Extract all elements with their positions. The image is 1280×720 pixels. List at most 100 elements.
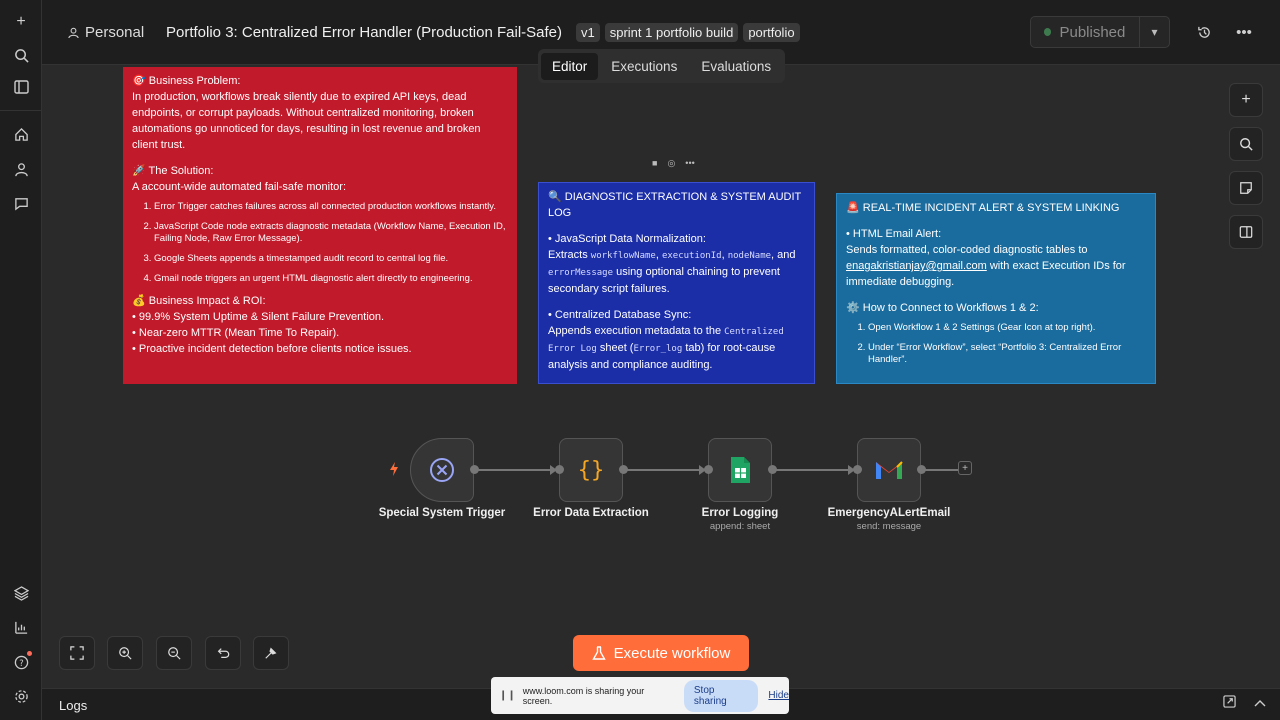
text: sheet ( — [599, 342, 634, 354]
list-item: Google Sheets appends a timestamped audi… — [154, 253, 508, 265]
connection-line — [478, 469, 552, 471]
list-item: • 99.9% System Uptime & Silent Failure P… — [132, 311, 385, 323]
screen-share-banner: ❙❙ www.loom.com is sharing your screen. … — [491, 677, 789, 714]
tab-evaluations[interactable]: Evaluations — [690, 53, 782, 80]
breadcrumb-personal[interactable]: Personal — [68, 24, 144, 41]
hide-link[interactable]: Hide — [768, 690, 789, 701]
chevron-up-icon[interactable] — [1254, 695, 1266, 710]
input-handle[interactable] — [704, 465, 713, 474]
sticky-note-icon[interactable] — [1229, 171, 1263, 205]
node-error-logging[interactable] — [708, 438, 772, 502]
connection-line — [627, 469, 701, 471]
help-icon[interactable]: ? — [6, 647, 36, 677]
publish-status-button[interactable]: Published ▾ — [1030, 16, 1170, 48]
solution-body: A account-wide automated fail-safe monit… — [132, 181, 347, 193]
tag-portfolio[interactable]: portfolio — [743, 23, 800, 42]
lightning-icon — [390, 462, 398, 476]
list-item: • Proactive incident detection before cl… — [132, 343, 412, 355]
node-subtitle: append: sheet — [709, 521, 771, 532]
node-label: EmergencyALertEmail — [827, 507, 951, 519]
connect-steps: Open Workflow 1 & 2 Settings (Gear Icon … — [868, 322, 1146, 366]
execute-workflow-button[interactable]: Execute workflow — [573, 635, 749, 671]
tag-sprint[interactable]: sprint 1 portfolio build — [604, 23, 739, 42]
chat-icon[interactable] — [6, 188, 36, 218]
color-icon[interactable]: ◎ — [667, 158, 675, 169]
list-item: Under “Error Workflow”, select “Portfoli… — [868, 342, 1146, 366]
email-link[interactable]: enagakristianjay@gmail.com — [846, 260, 987, 272]
home-icon[interactable] — [6, 119, 36, 149]
pause-icon[interactable]: ❙❙ — [499, 690, 516, 701]
panel-toggle-icon[interactable] — [6, 72, 36, 102]
node-special-system-trigger[interactable] — [410, 438, 474, 502]
sticky-note-alert[interactable]: 🚨 REAL-TIME INCIDENT ALERT & SYSTEM LINK… — [836, 193, 1156, 384]
sync-heading: • Centralized Database Sync: — [548, 309, 692, 321]
search-icon[interactable] — [6, 40, 36, 70]
alert-heading: 🚨 REAL-TIME INCIDENT ALERT & SYSTEM LINK… — [846, 202, 1120, 214]
error-trigger-icon — [430, 458, 454, 482]
tag-version[interactable]: v1 — [576, 23, 600, 42]
input-handle[interactable] — [555, 465, 564, 474]
normalization-body: Extracts workflowName, executionId, node… — [548, 249, 796, 295]
problem-heading: 🎯 Business Problem: — [132, 75, 241, 87]
search-icon[interactable] — [1229, 127, 1263, 161]
node-emergency-alert-email[interactable] — [857, 438, 921, 502]
tidy-up-icon[interactable] — [253, 636, 289, 670]
flask-icon — [591, 645, 606, 660]
trash-icon[interactable]: ■ — [652, 158, 657, 169]
chevron-down-icon[interactable]: ▾ — [1139, 17, 1169, 47]
share-message: www.loom.com is sharing your screen. — [522, 685, 645, 706]
sticky-note-business[interactable]: 🎯 Business Problem: In production, workf… — [123, 67, 517, 384]
fit-view-icon[interactable] — [59, 636, 95, 670]
node-label: Special System Trigger — [378, 507, 506, 519]
popout-icon[interactable] — [1223, 695, 1236, 711]
left-sidebar: + ? — [0, 0, 42, 720]
stop-sharing-button[interactable]: Stop sharing — [683, 679, 759, 712]
zoom-out-icon[interactable] — [156, 636, 192, 670]
add-node-button[interactable]: + — [958, 461, 972, 475]
problem-body: In production, workflows break silently … — [132, 91, 481, 151]
input-handle[interactable] — [853, 465, 862, 474]
text: Extracts — [548, 249, 588, 261]
view-tabs: Editor Executions Evaluations — [538, 49, 786, 83]
add-node-icon[interactable]: + — [1229, 83, 1263, 117]
sync-body: Appends execution metadata to the Centra… — [548, 323, 805, 373]
node-subtitle: send: message — [856, 521, 922, 532]
solution-steps: Error Trigger catches failures across al… — [154, 201, 508, 285]
sticky-note-diagnostic[interactable]: 🔍 DIAGNOSTIC EXTRACTION & SYSTEM AUDIT L… — [538, 182, 815, 384]
settings-gear-icon[interactable] — [6, 681, 36, 711]
email-heading: • HTML Email Alert: — [846, 228, 942, 240]
more-options-icon[interactable]: ••• — [685, 158, 694, 169]
add-icon[interactable]: + — [6, 7, 36, 37]
insights-icon[interactable] — [6, 612, 36, 642]
list-item: Open Workflow 1 & 2 Settings (Gear Icon … — [868, 322, 1146, 334]
undo-icon[interactable] — [205, 636, 241, 670]
gmail-icon — [876, 461, 903, 479]
side-panel-icon[interactable] — [1229, 215, 1263, 249]
workflow-title[interactable]: Portfolio 3: Centralized Error Handler (… — [166, 24, 562, 41]
breadcrumb-label: Personal — [85, 24, 145, 41]
more-options-icon[interactable]: ••• — [1232, 20, 1256, 44]
diagnostic-heading: 🔍 DIAGNOSTIC EXTRACTION & SYSTEM AUDIT L… — [548, 191, 802, 219]
list-item: • Near-zero MTTR (Mean Time To Repair). — [132, 327, 340, 339]
person-icon — [68, 27, 79, 38]
text: Sends formatted, color-coded diagnostic … — [846, 244, 1088, 256]
connect-heading: ⚙️ How to Connect to Workflows 1 & 2: — [846, 302, 1039, 314]
templates-icon[interactable] — [6, 578, 36, 608]
code-braces-icon: {} — [578, 458, 605, 483]
node-error-data-extraction[interactable]: {} — [559, 438, 623, 502]
svg-text:{}: {} — [578, 458, 605, 483]
connection-line — [776, 469, 850, 471]
node-label: Error Data Extraction — [533, 507, 649, 519]
workflow-tags: v1 sprint 1 portfolio build portfolio — [576, 23, 800, 42]
notification-dot — [27, 651, 32, 656]
logs-label: Logs — [59, 698, 88, 713]
node-label: Error Logging — [701, 507, 779, 519]
svg-text:?: ? — [19, 657, 23, 667]
publish-label: Published — [1059, 23, 1126, 41]
tab-editor[interactable]: Editor — [541, 52, 599, 80]
user-icon[interactable] — [6, 154, 36, 184]
history-icon[interactable] — [1192, 20, 1216, 44]
code-field: executionId — [661, 251, 722, 261]
zoom-in-icon[interactable] — [107, 636, 143, 670]
tab-executions[interactable]: Executions — [600, 53, 688, 80]
